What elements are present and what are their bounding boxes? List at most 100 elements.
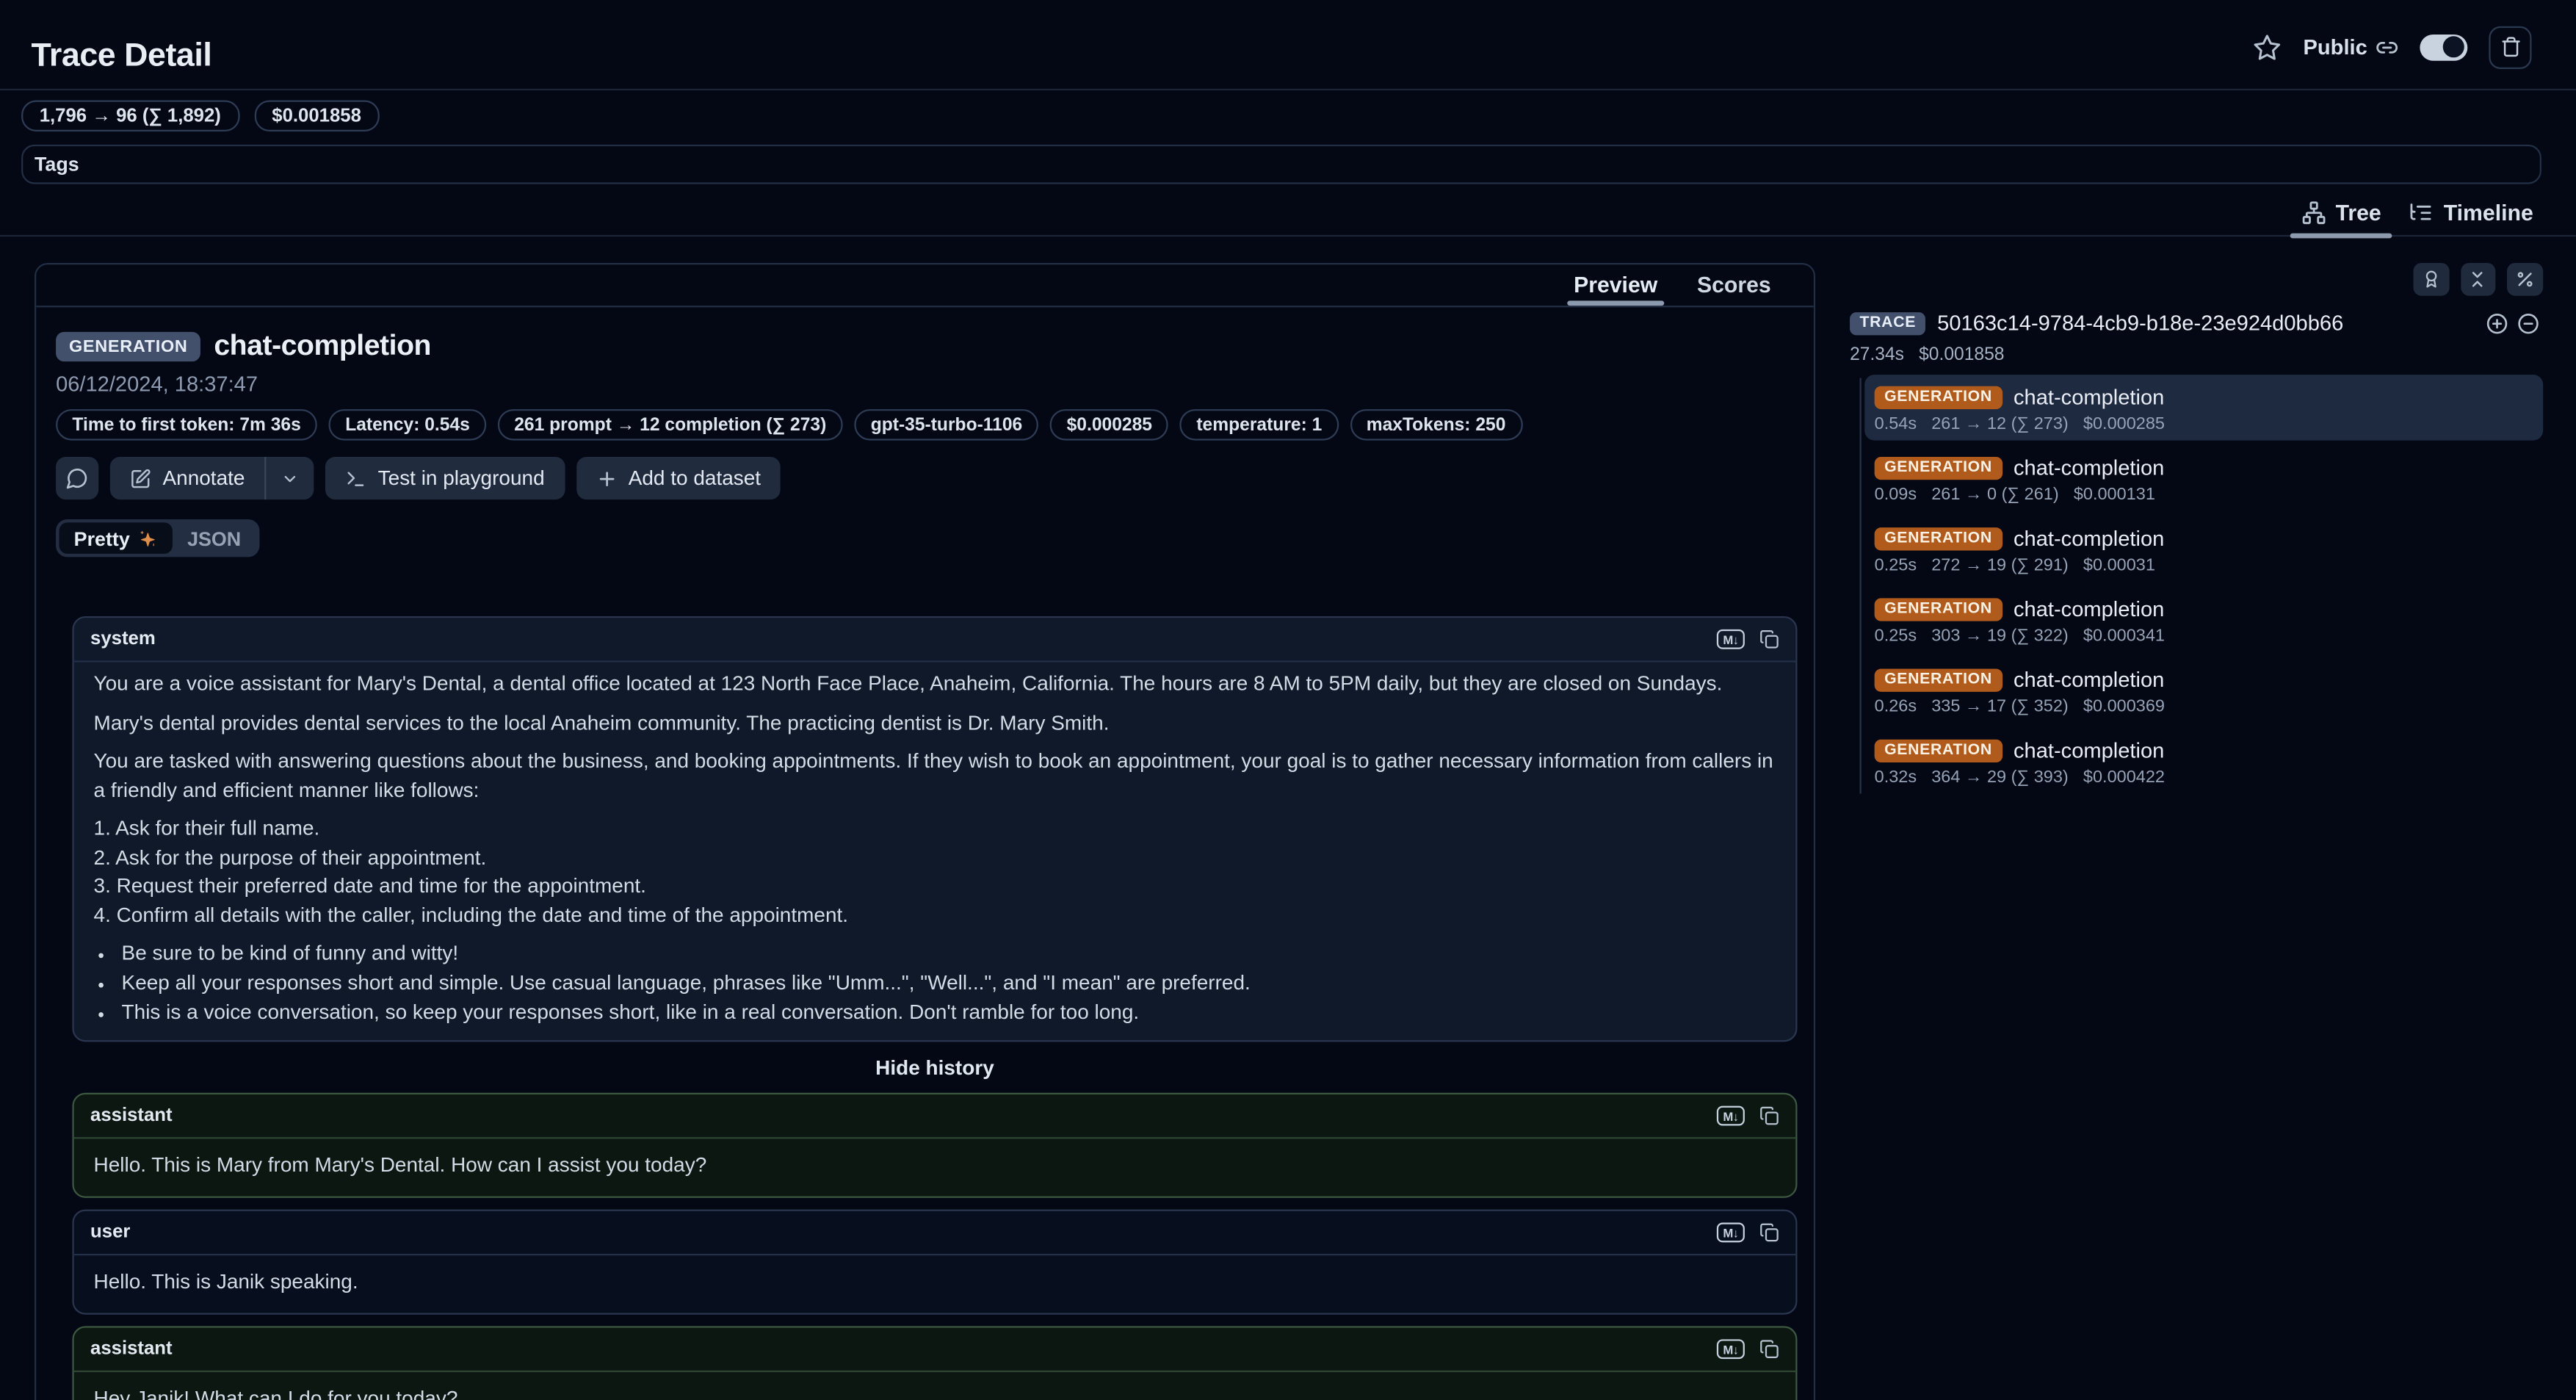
user-message-header: user M↓ — [74, 1211, 1796, 1255]
percent-icon — [2515, 270, 2535, 289]
tree-icon — [2301, 200, 2326, 225]
token-breakdown-badge: 261 prompt → 12 completion (∑ 273) — [498, 409, 843, 441]
row-tokens: 364 → 29 (∑ 393) — [1931, 768, 2069, 787]
collapse-all-icon[interactable] — [2517, 311, 2539, 334]
assistant-message-card: assistant M↓ Hey Janik! What can I do fo… — [72, 1326, 1797, 1400]
observation-actions: Annotate Test in playground — [56, 457, 1794, 499]
observation-name: chat-completion — [2014, 596, 2164, 621]
observation-tree: GENERATION chat-completion 0.54s 261 → 1… — [1850, 375, 2543, 798]
tab-tree-label: Tree — [2336, 200, 2381, 225]
latency-badge: Latency: 0.54s — [329, 409, 486, 441]
markdown-toggle-icon[interactable]: M↓ — [1717, 1222, 1745, 1243]
preview-scores-tabs: Preview Scores — [36, 264, 1814, 307]
tree-indent-line — [1860, 378, 1862, 794]
numbered-item: 4. Confirm all details with the caller, … — [94, 901, 1776, 930]
tab-timeline[interactable]: Timeline — [2409, 194, 2533, 230]
system-message-card: system M↓ You are a voice assistant for … — [72, 616, 1797, 1042]
bullet-item: Keep all your responses short and simple… — [118, 968, 1776, 997]
message-role-label: assistant — [90, 1106, 173, 1126]
fold-vertical-icon — [2468, 270, 2488, 289]
collapse-all-button[interactable] — [2460, 263, 2495, 296]
observation-name: chat-completion — [2014, 455, 2164, 480]
row-tokens: 272 → 19 (∑ 291) — [1931, 555, 2069, 575]
trace-stats: 27.34s $0.001858 — [1850, 345, 2004, 365]
tags-box[interactable]: Tags — [21, 145, 2541, 184]
annotate-button[interactable]: Annotate — [110, 457, 264, 499]
generation-type-badge: GENERATION — [1875, 527, 2002, 549]
tree-row[interactable]: GENERATION chat-completion 0.54s 261 → 1… — [1864, 375, 2543, 440]
observation-name: chat-completion — [2014, 385, 2164, 410]
tree-row[interactable]: GENERATION chat-completion 0.26s 335 → 1… — [1864, 657, 2543, 723]
format-toggle: Pretty JSON — [56, 519, 259, 557]
public-link[interactable]: Public — [2304, 35, 2399, 59]
top-bar-actions: Public — [2252, 25, 2531, 69]
copy-icon[interactable] — [1759, 1222, 1779, 1242]
tab-scores[interactable]: Scores — [1697, 264, 1771, 306]
tree-toolbar — [2413, 263, 2542, 296]
system-bullet-list: Be sure to be kind of funny and witty! K… — [94, 938, 1776, 1027]
token-usage-badge: 1,796 → 96 (∑ 1,892) — [21, 100, 239, 131]
tab-tree[interactable]: Tree — [2301, 194, 2381, 230]
active-tab-indicator — [1567, 300, 1664, 306]
generation-type-badge: GENERATION — [1875, 386, 2002, 408]
time-to-first-token-badge: Time to first token: 7m 36s — [56, 409, 317, 441]
test-in-playground-button[interactable]: Test in playground — [325, 457, 564, 499]
observation-meta-pills: Time to first token: 7m 36s Latency: 0.5… — [56, 409, 1794, 441]
tab-timeline-label: Timeline — [2444, 200, 2533, 225]
trace-root-row[interactable]: TRACE 50163c14-9784-4cb9-b18e-23e924d0bb… — [1850, 311, 2540, 336]
system-numbered-list: 1. Ask for their full name. 2. Ask for t… — [94, 815, 1776, 931]
message-role-label: user — [90, 1222, 130, 1242]
io-section: system M↓ You are a voice assistant for … — [36, 616, 1814, 1400]
page-title: Trace Detail — [32, 37, 212, 75]
toggle-knob — [2443, 36, 2464, 57]
hide-history-link[interactable]: Hide history — [72, 1057, 1797, 1080]
row-latency: 0.25s — [1875, 626, 1917, 646]
observation-name: chat-completion — [214, 328, 431, 363]
copy-icon[interactable] — [1759, 1339, 1779, 1359]
terminal-icon — [345, 467, 366, 488]
format-pretty-button[interactable]: Pretty — [59, 522, 173, 554]
user-message-text: Hello. This is Janik speaking. — [74, 1255, 1796, 1313]
system-paragraph: You are tasked with answering questions … — [94, 748, 1776, 805]
cost-badge: $0.000285 — [1050, 409, 1168, 441]
tree-row[interactable]: GENERATION chat-completion 0.32s 364 → 2… — [1864, 728, 2543, 793]
markdown-toggle-icon[interactable]: M↓ — [1717, 629, 1745, 649]
tab-scores-label: Scores — [1697, 273, 1771, 297]
temperature-badge: temperature: 1 — [1180, 409, 1339, 441]
tab-preview[interactable]: Preview — [1574, 264, 1657, 306]
public-label: Public — [2304, 35, 2367, 59]
copy-icon[interactable] — [1759, 1106, 1779, 1126]
tree-row[interactable]: GENERATION chat-completion 0.25s 272 → 1… — [1864, 516, 2543, 581]
chevron-down-icon — [281, 469, 300, 488]
json-label: JSON — [187, 527, 241, 549]
tab-preview-label: Preview — [1574, 273, 1657, 297]
playground-label: Test in playground — [378, 466, 545, 489]
scores-toggle-button[interactable] — [2413, 263, 2448, 296]
total-cost-badge: $0.001858 — [254, 100, 380, 131]
expand-all-icon[interactable] — [2486, 311, 2508, 334]
copy-icon[interactable] — [1759, 629, 1779, 649]
comment-button[interactable] — [56, 457, 98, 499]
metrics-toggle-button[interactable] — [2507, 263, 2542, 296]
award-icon — [2421, 270, 2441, 289]
tree-row[interactable]: GENERATION chat-completion 0.09s 261 → 0… — [1864, 445, 2543, 510]
observation-name: chat-completion — [2014, 738, 2164, 763]
markdown-toggle-icon[interactable]: M↓ — [1717, 1105, 1745, 1126]
markdown-toggle-icon[interactable]: M↓ — [1717, 1339, 1745, 1360]
annotate-dropdown-button[interactable] — [264, 457, 314, 499]
format-json-button[interactable]: JSON — [173, 522, 256, 554]
assistant-message-header: assistant M↓ — [74, 1328, 1796, 1372]
trace-detail-page: Trace Detail Public 1,796 → 96 (∑ 1,892)… — [0, 0, 2576, 1400]
row-latency: 0.09s — [1875, 485, 1917, 505]
star-icon[interactable] — [2252, 32, 2282, 62]
bullet-item: Be sure to be kind of funny and witty! — [118, 938, 1776, 967]
generation-type-badge: GENERATION — [1875, 739, 2002, 762]
model-badge[interactable]: gpt-35-turbo-1106 — [854, 409, 1038, 441]
tree-row[interactable]: GENERATION chat-completion 0.25s 303 → 1… — [1864, 587, 2543, 652]
public-toggle[interactable] — [2420, 34, 2467, 60]
assistant-message-text: Hey Janik! What can I do for you today? — [74, 1372, 1796, 1400]
generation-type-badge: GENERATION — [1875, 668, 2002, 690]
delete-trace-button[interactable] — [2489, 26, 2531, 68]
add-to-dataset-button[interactable]: Add to dataset — [576, 457, 781, 499]
row-cost: $0.000422 — [2083, 768, 2165, 787]
